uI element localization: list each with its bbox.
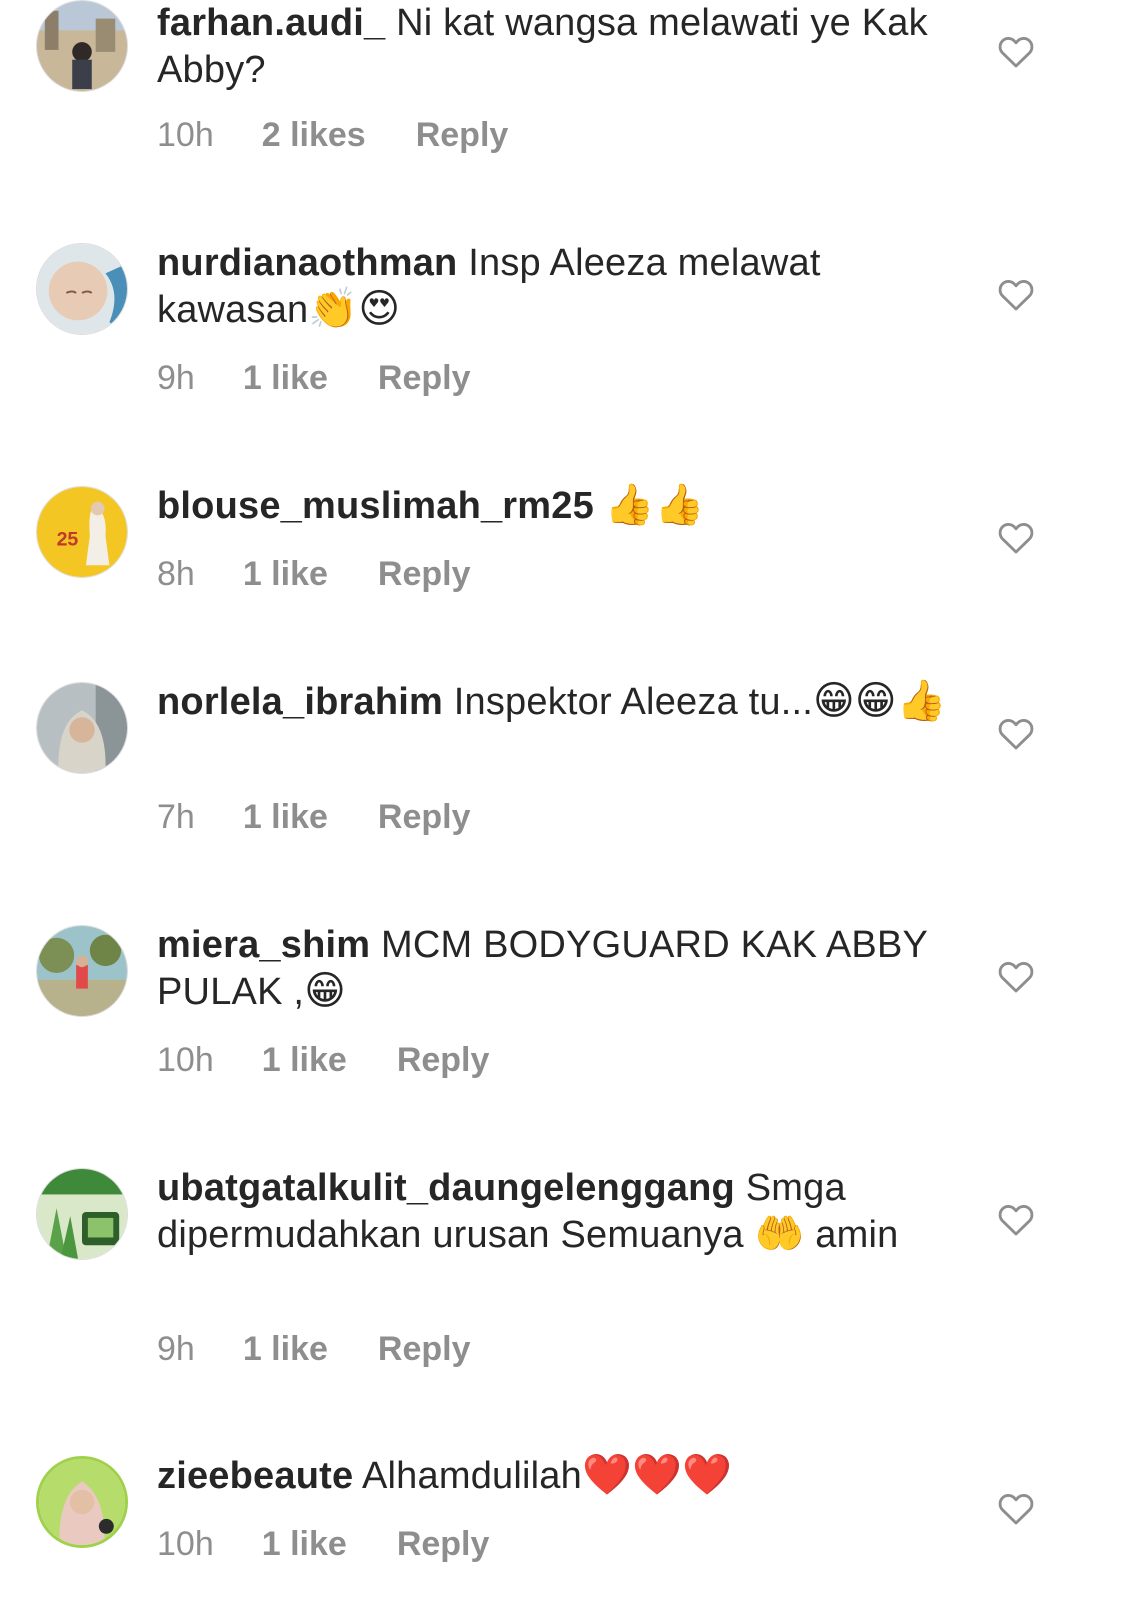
comment-meta: 7h 1 like Reply xyxy=(157,797,471,837)
reply-button[interactable]: Reply xyxy=(378,358,471,398)
comment-username[interactable]: zieebeaute xyxy=(157,1455,353,1497)
comment-meta: 9h 1 like Reply xyxy=(157,1329,471,1369)
reply-button[interactable]: Reply xyxy=(416,115,509,155)
avatar[interactable] xyxy=(36,243,128,335)
like-heart-icon[interactable] xyxy=(997,1490,1035,1526)
comment-text: zieebeaute Alhamdulilah❤️❤️❤️ xyxy=(157,1453,957,1500)
comment-meta: 10h 1 like Reply xyxy=(157,1524,489,1564)
reply-button[interactable]: Reply xyxy=(378,797,471,837)
comment-time: 9h xyxy=(157,359,195,397)
comment-text: ubatgatalkulit_daungelenggang Smga diper… xyxy=(157,1165,957,1259)
avatar[interactable] xyxy=(36,0,128,92)
comment-likes[interactable]: 2 likes xyxy=(262,115,366,155)
comment-meta: 10h 1 like Reply xyxy=(157,1040,489,1080)
comment-username[interactable]: miera_shim xyxy=(157,924,370,966)
comment-body: Alhamdulilah xyxy=(361,1455,582,1497)
comment-time: 9h xyxy=(157,1330,195,1368)
comment-emoji: 😁😁👍 xyxy=(813,678,947,724)
comment-text: nurdianaothman Insp Aleeza melawat kawas… xyxy=(157,240,957,334)
like-heart-icon[interactable] xyxy=(997,519,1035,555)
comment-time: 7h xyxy=(157,798,195,836)
avatar[interactable]: 25 xyxy=(36,486,128,578)
comment-emoji: ❤️❤️❤️ xyxy=(581,1452,732,1498)
avatar[interactable] xyxy=(36,925,128,1017)
reply-button[interactable]: Reply xyxy=(397,1524,490,1564)
comment-meta: 8h 1 like Reply xyxy=(157,554,471,594)
comment-likes[interactable]: 1 like xyxy=(262,1040,347,1080)
avatar-price-text: 25 xyxy=(57,529,79,551)
like-heart-icon[interactable] xyxy=(997,958,1035,994)
comment-text: miera_shim MCM BODYGUARD KAK ABBY PULAK … xyxy=(157,922,957,1016)
like-heart-icon[interactable] xyxy=(997,276,1035,312)
comment-emoji: 🤲 xyxy=(754,1211,805,1257)
comment-time: 10h xyxy=(157,1041,214,1079)
comment-emoji: 👍👍 xyxy=(604,482,705,528)
comment-time: 8h xyxy=(157,555,195,593)
comment-likes[interactable]: 1 like xyxy=(243,554,328,594)
comment-text: blouse_muslimah_rm25 👍👍 xyxy=(157,483,957,530)
like-heart-icon[interactable] xyxy=(997,33,1035,69)
reply-button[interactable]: Reply xyxy=(378,1329,471,1369)
reply-button[interactable]: Reply xyxy=(378,554,471,594)
comment-body: Inspektor Aleeza tu... xyxy=(453,681,814,723)
comment-emoji: 😁 xyxy=(304,968,347,1014)
comment-time: 10h xyxy=(157,1525,214,1563)
avatar[interactable] xyxy=(36,682,128,774)
comment-likes[interactable]: 1 like xyxy=(243,1329,328,1369)
comment-likes[interactable]: 1 like xyxy=(262,1524,347,1564)
comment-username[interactable]: ubatgatalkulit_daungelenggang xyxy=(157,1167,735,1209)
comment-likes[interactable]: 1 like xyxy=(243,358,328,398)
like-heart-icon[interactable] xyxy=(997,1201,1035,1237)
comment-meta: 10h 2 likes Reply xyxy=(157,115,508,155)
like-heart-icon[interactable] xyxy=(997,715,1035,751)
comment-body-tail: amin xyxy=(815,1214,899,1256)
comment-emoji: 👏😍 xyxy=(308,286,401,332)
comment-meta: 9h 1 like Reply xyxy=(157,358,471,398)
comment-username[interactable]: farhan.audi_ xyxy=(157,2,385,44)
comment-username[interactable]: blouse_muslimah_rm25 xyxy=(157,485,594,527)
comment-time: 10h xyxy=(157,116,214,154)
comment-text: farhan.audi_ Ni kat wangsa melawati ye K… xyxy=(157,0,957,94)
reply-button[interactable]: Reply xyxy=(397,1040,490,1080)
comment-text: norlela_ibrahim Inspektor Aleeza tu...😁😁… xyxy=(157,679,957,726)
comment-username[interactable]: nurdianaothman xyxy=(157,242,457,284)
avatar[interactable] xyxy=(36,1168,128,1260)
avatar[interactable] xyxy=(36,1456,128,1548)
comment-username[interactable]: norlela_ibrahim xyxy=(157,681,443,723)
comment-likes[interactable]: 1 like xyxy=(243,797,328,837)
